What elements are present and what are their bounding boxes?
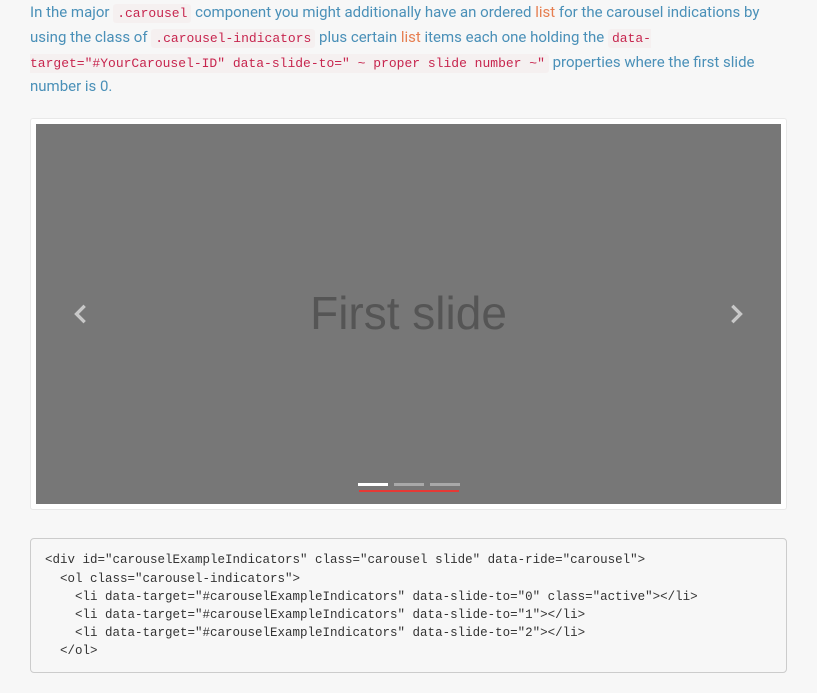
code-block: <div id="carouselExampleIndicators" clas…	[30, 538, 787, 673]
carousel-indicator-0[interactable]	[358, 483, 388, 486]
carousel-next-button[interactable]	[723, 300, 751, 328]
highlight-list-1: list	[535, 3, 555, 21]
intro-text-1: In the major	[30, 3, 113, 21]
inline-code-indicators: .carousel-indicators	[151, 29, 315, 48]
carousel-indicators	[358, 483, 460, 486]
highlight-list-2: list	[401, 28, 421, 46]
carousel-container: First slide	[30, 118, 787, 510]
intro-text-5: items each one holding the	[421, 28, 608, 46]
intro-paragraph: In the major .carousel component you mig…	[30, 0, 787, 98]
chevron-right-icon	[723, 314, 751, 332]
carousel-slide-text: First slide	[310, 278, 507, 352]
chevron-left-icon	[66, 314, 94, 332]
indicator-underline	[359, 490, 459, 492]
carousel-prev-button[interactable]	[66, 300, 94, 328]
carousel[interactable]: First slide	[36, 124, 781, 504]
intro-text-2: component you might additionally have an…	[191, 3, 535, 21]
carousel-indicator-1[interactable]	[394, 483, 424, 486]
inline-code-carousel: .carousel	[113, 4, 191, 23]
intro-text-4: plus certain	[315, 28, 401, 46]
carousel-indicator-2[interactable]	[430, 483, 460, 486]
